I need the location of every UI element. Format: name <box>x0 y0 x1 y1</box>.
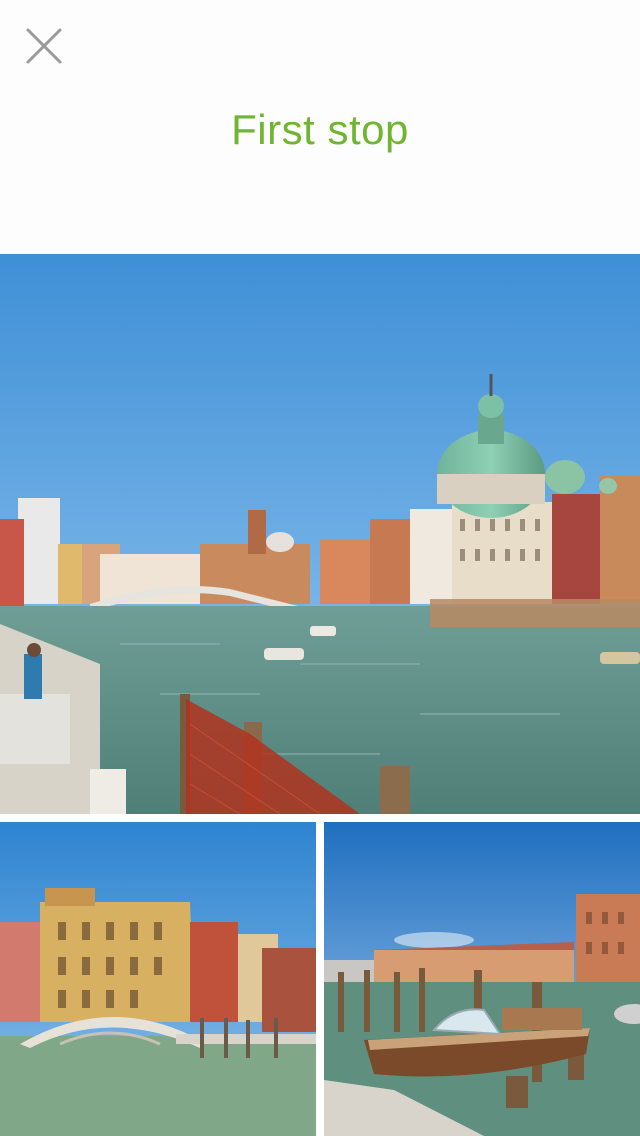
close-button[interactable] <box>22 24 66 68</box>
header: First stop <box>0 0 640 254</box>
photo-canal-bridge[interactable] <box>0 822 316 1136</box>
photo-water-taxi[interactable] <box>324 822 640 1136</box>
close-icon <box>26 28 62 64</box>
page-title: First stop <box>231 106 409 153</box>
photo-grand-canal[interactable] <box>0 254 640 814</box>
screen: First stop <box>0 0 640 1136</box>
